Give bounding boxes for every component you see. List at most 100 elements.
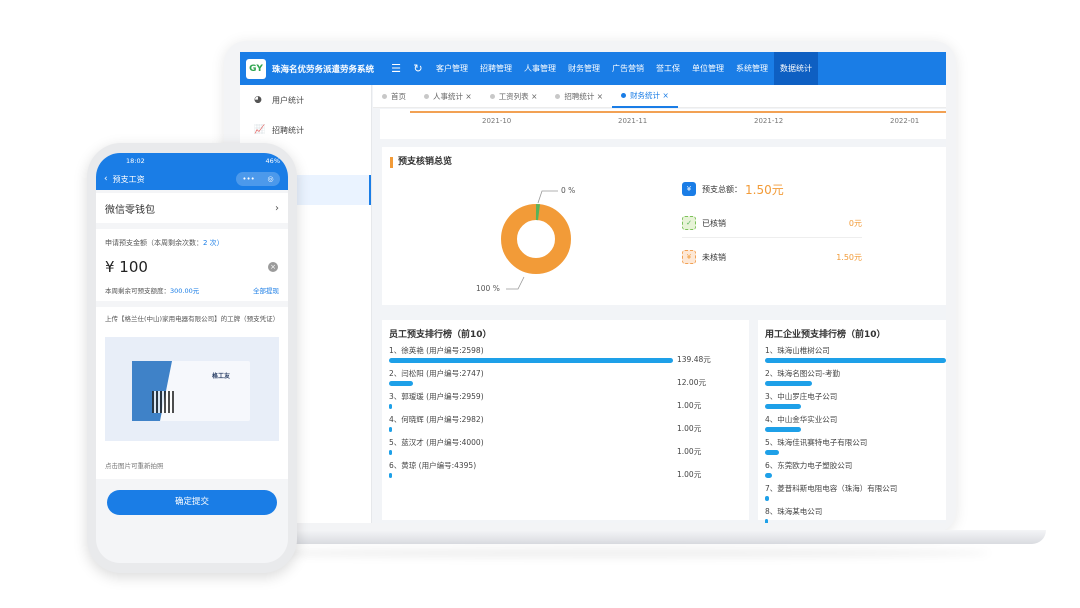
rank-bar [389, 358, 673, 363]
stat-total-value: 1.50元 [745, 182, 784, 197]
sidebar-item-recruit-stats[interactable]: 📈 招聘统计 [240, 115, 371, 145]
menu-icon[interactable]: ☰ [390, 62, 402, 75]
line-chart-icon: 📈 [254, 125, 266, 135]
rank-bar [765, 427, 801, 432]
submit-button[interactable]: 确定提交 [107, 490, 277, 515]
tab-finance-stats[interactable]: 财务统计 × [612, 85, 678, 108]
more-icon[interactable]: ••• [242, 175, 254, 183]
rank-bar [765, 358, 946, 363]
back-icon[interactable]: ‹ [104, 174, 108, 184]
limit-label: 本周剩余可预支额度： [105, 287, 170, 295]
tab-label: 工资列表 [498, 91, 529, 101]
divider [682, 237, 862, 238]
status-time: 18:02 [126, 156, 145, 165]
rank-bar [389, 473, 392, 478]
upload-instruction: 上传【格兰仕(中山)家用电器有限公司】的工牌（预支凭证） [105, 315, 280, 323]
tab-dot [489, 93, 495, 99]
tab-home[interactable]: 首页 [373, 85, 415, 108]
stat-unverified-value: 1.50元 [836, 252, 862, 262]
phone-screen: 18:02 46% ‹ 预支工资 ••• ◎ 微信零钱包 › 申请预支金额（本周… [96, 153, 288, 563]
refresh-icon[interactable]: ↻ [412, 62, 424, 75]
nav-item-finance[interactable]: 财务管理 [562, 52, 606, 85]
verified-icon: ✓ [682, 216, 696, 230]
donut-label-verified: 0 % [561, 186, 576, 195]
limit-value: 300.00元 [170, 287, 200, 295]
sidebar-item-label: 用户统计 [272, 95, 304, 105]
timeline-line [410, 111, 946, 113]
rank-bar [389, 381, 413, 386]
tab-hr-stats[interactable]: 人事统计 × [415, 85, 481, 108]
withdraw-all-link[interactable]: 全部提现 [253, 285, 279, 295]
wallet-label: 微信零钱包 [105, 204, 155, 216]
rank-row-value: 1.00元 [677, 470, 702, 479]
phone-status-bar: 18:02 46% [96, 153, 288, 168]
retake-tip: 点击图片可重新拍照 [96, 457, 288, 479]
employee-rank-row: 1、徐英艳 (用户编号:2598) 139.48元 [389, 346, 729, 370]
timeline-tick: 2021-12 [754, 117, 784, 125]
tab-recruit-stats[interactable]: 招聘统计 × [546, 85, 612, 108]
employee-rank-card: 员工预支排行榜（前10） 1、徐英艳 (用户编号:2598) 139.48元 2、闫… [382, 320, 749, 520]
apply-count: 2 次） [203, 239, 224, 247]
nav-item-unit[interactable]: 单位管理 [686, 52, 730, 85]
timeline-tick: 2021-11 [618, 117, 648, 125]
tab-close-icon[interactable]: × [531, 92, 537, 101]
nav-item-recruit[interactable]: 招聘管理 [474, 52, 518, 85]
stat-unverified-label: 未核销 [702, 252, 726, 262]
unverified-icon: ¥ [682, 250, 696, 264]
company-rank-title: 用工企业预支排行榜（前10） [765, 330, 886, 340]
employee-rank-title: 员工预支排行榜（前10） [389, 330, 492, 340]
nav-menu: 客户管理 招聘管理 人事管理 财务管理 广告营销 誉工保 单位管理 系统管理 数… [430, 52, 818, 85]
rank-row-name: 4、中山金华实业公司 [765, 415, 838, 424]
nav-item-insurance[interactable]: 誉工保 [650, 52, 686, 85]
badge-photo[interactable]: 格工友 [105, 337, 279, 441]
company-rank-row: 4、中山金华实业公司 [765, 415, 946, 439]
pie-chart-icon: ◕ [254, 95, 262, 105]
sidebar-item-user-stats[interactable]: ◕ 用户统计 [240, 85, 371, 115]
rank-row-value: 1.00元 [677, 447, 702, 456]
rank-row-name: 8、珠海某电公司 [765, 507, 823, 516]
donut-leader-top [537, 190, 558, 204]
nav-item-customer[interactable]: 客户管理 [430, 52, 474, 85]
clear-icon[interactable]: × [268, 262, 278, 272]
upload-section: 上传【格兰仕(中山)家用电器有限公司】的工牌（预支凭证） 格工友 [96, 307, 288, 457]
app-logo: GY [246, 58, 266, 79]
tab-close-icon[interactable]: × [597, 92, 603, 101]
nav-item-marketing[interactable]: 广告营销 [606, 52, 650, 85]
tab-salary-list[interactable]: 工资列表 × [481, 85, 547, 108]
donut-leader-bottom [506, 276, 525, 290]
company-rank-row: 5、珠海佳讯赛特电子有限公司 [765, 438, 946, 462]
wallet-selector[interactable]: 微信零钱包 › [96, 193, 288, 223]
timeline-tick: 2021-10 [482, 117, 512, 125]
tab-dot [621, 92, 627, 98]
nav-item-hr[interactable]: 人事管理 [518, 52, 562, 85]
rank-row-value: 1.00元 [677, 401, 702, 410]
donut-label-unverified: 100 % [476, 284, 500, 293]
system-title: 珠海名优劳务派遣劳务系统 [272, 64, 375, 75]
tab-bar: 首页 人事统计 × 工资列表 × 招聘统计 × 财务统计 × [373, 85, 946, 108]
nav-item-system[interactable]: 系统管理 [730, 52, 774, 85]
apply-label: 申请预支金额（本周剩余次数： [105, 239, 203, 247]
badge-card-image: 格工友 [132, 361, 250, 421]
tab-label: 财务统计 [630, 90, 661, 100]
rank-row-name: 3、中山罗庄电子公司 [765, 392, 838, 401]
company-rank-row: 3、中山罗庄电子公司 [765, 392, 946, 416]
rank-row-name: 5、珠海佳讯赛特电子有限公司 [765, 438, 868, 447]
status-battery: 46% [265, 156, 280, 165]
tab-close-icon[interactable]: × [465, 92, 471, 101]
close-circle-icon[interactable]: ◎ [268, 175, 274, 183]
badge-card-text: 格工友 [212, 373, 231, 380]
employee-rank-row: 3、郭瑷瑗 (用户编号:2959) 1.00元 [389, 392, 729, 416]
apply-hint: 申请预支金额（本周剩余次数：2 次） [105, 238, 224, 248]
tab-dot [382, 93, 387, 99]
rank-row-value: 12.00元 [677, 378, 706, 387]
amount-input[interactable]: ¥ 100 [105, 258, 148, 276]
tab-close-icon[interactable]: × [662, 91, 668, 100]
rank-row-name: 2、珠海名图公司-考勤 [765, 369, 840, 378]
nav-item-statistics[interactable]: 数据统计 [774, 52, 818, 85]
tab-label: 首页 [391, 91, 406, 101]
stat-unverified: ¥ 未核销 1.50元 [682, 248, 862, 266]
rank-bar [765, 496, 769, 501]
employee-rank-row: 4、何晓辉 (用户编号:2982) 1.00元 [389, 415, 729, 439]
stat-total-label: 预支总额： [702, 184, 742, 194]
top-navigation-bar: GY 珠海名优劳务派遣劳务系统 ☰ ↻ 客户管理 招聘管理 人事管理 财务管理 … [240, 52, 946, 85]
